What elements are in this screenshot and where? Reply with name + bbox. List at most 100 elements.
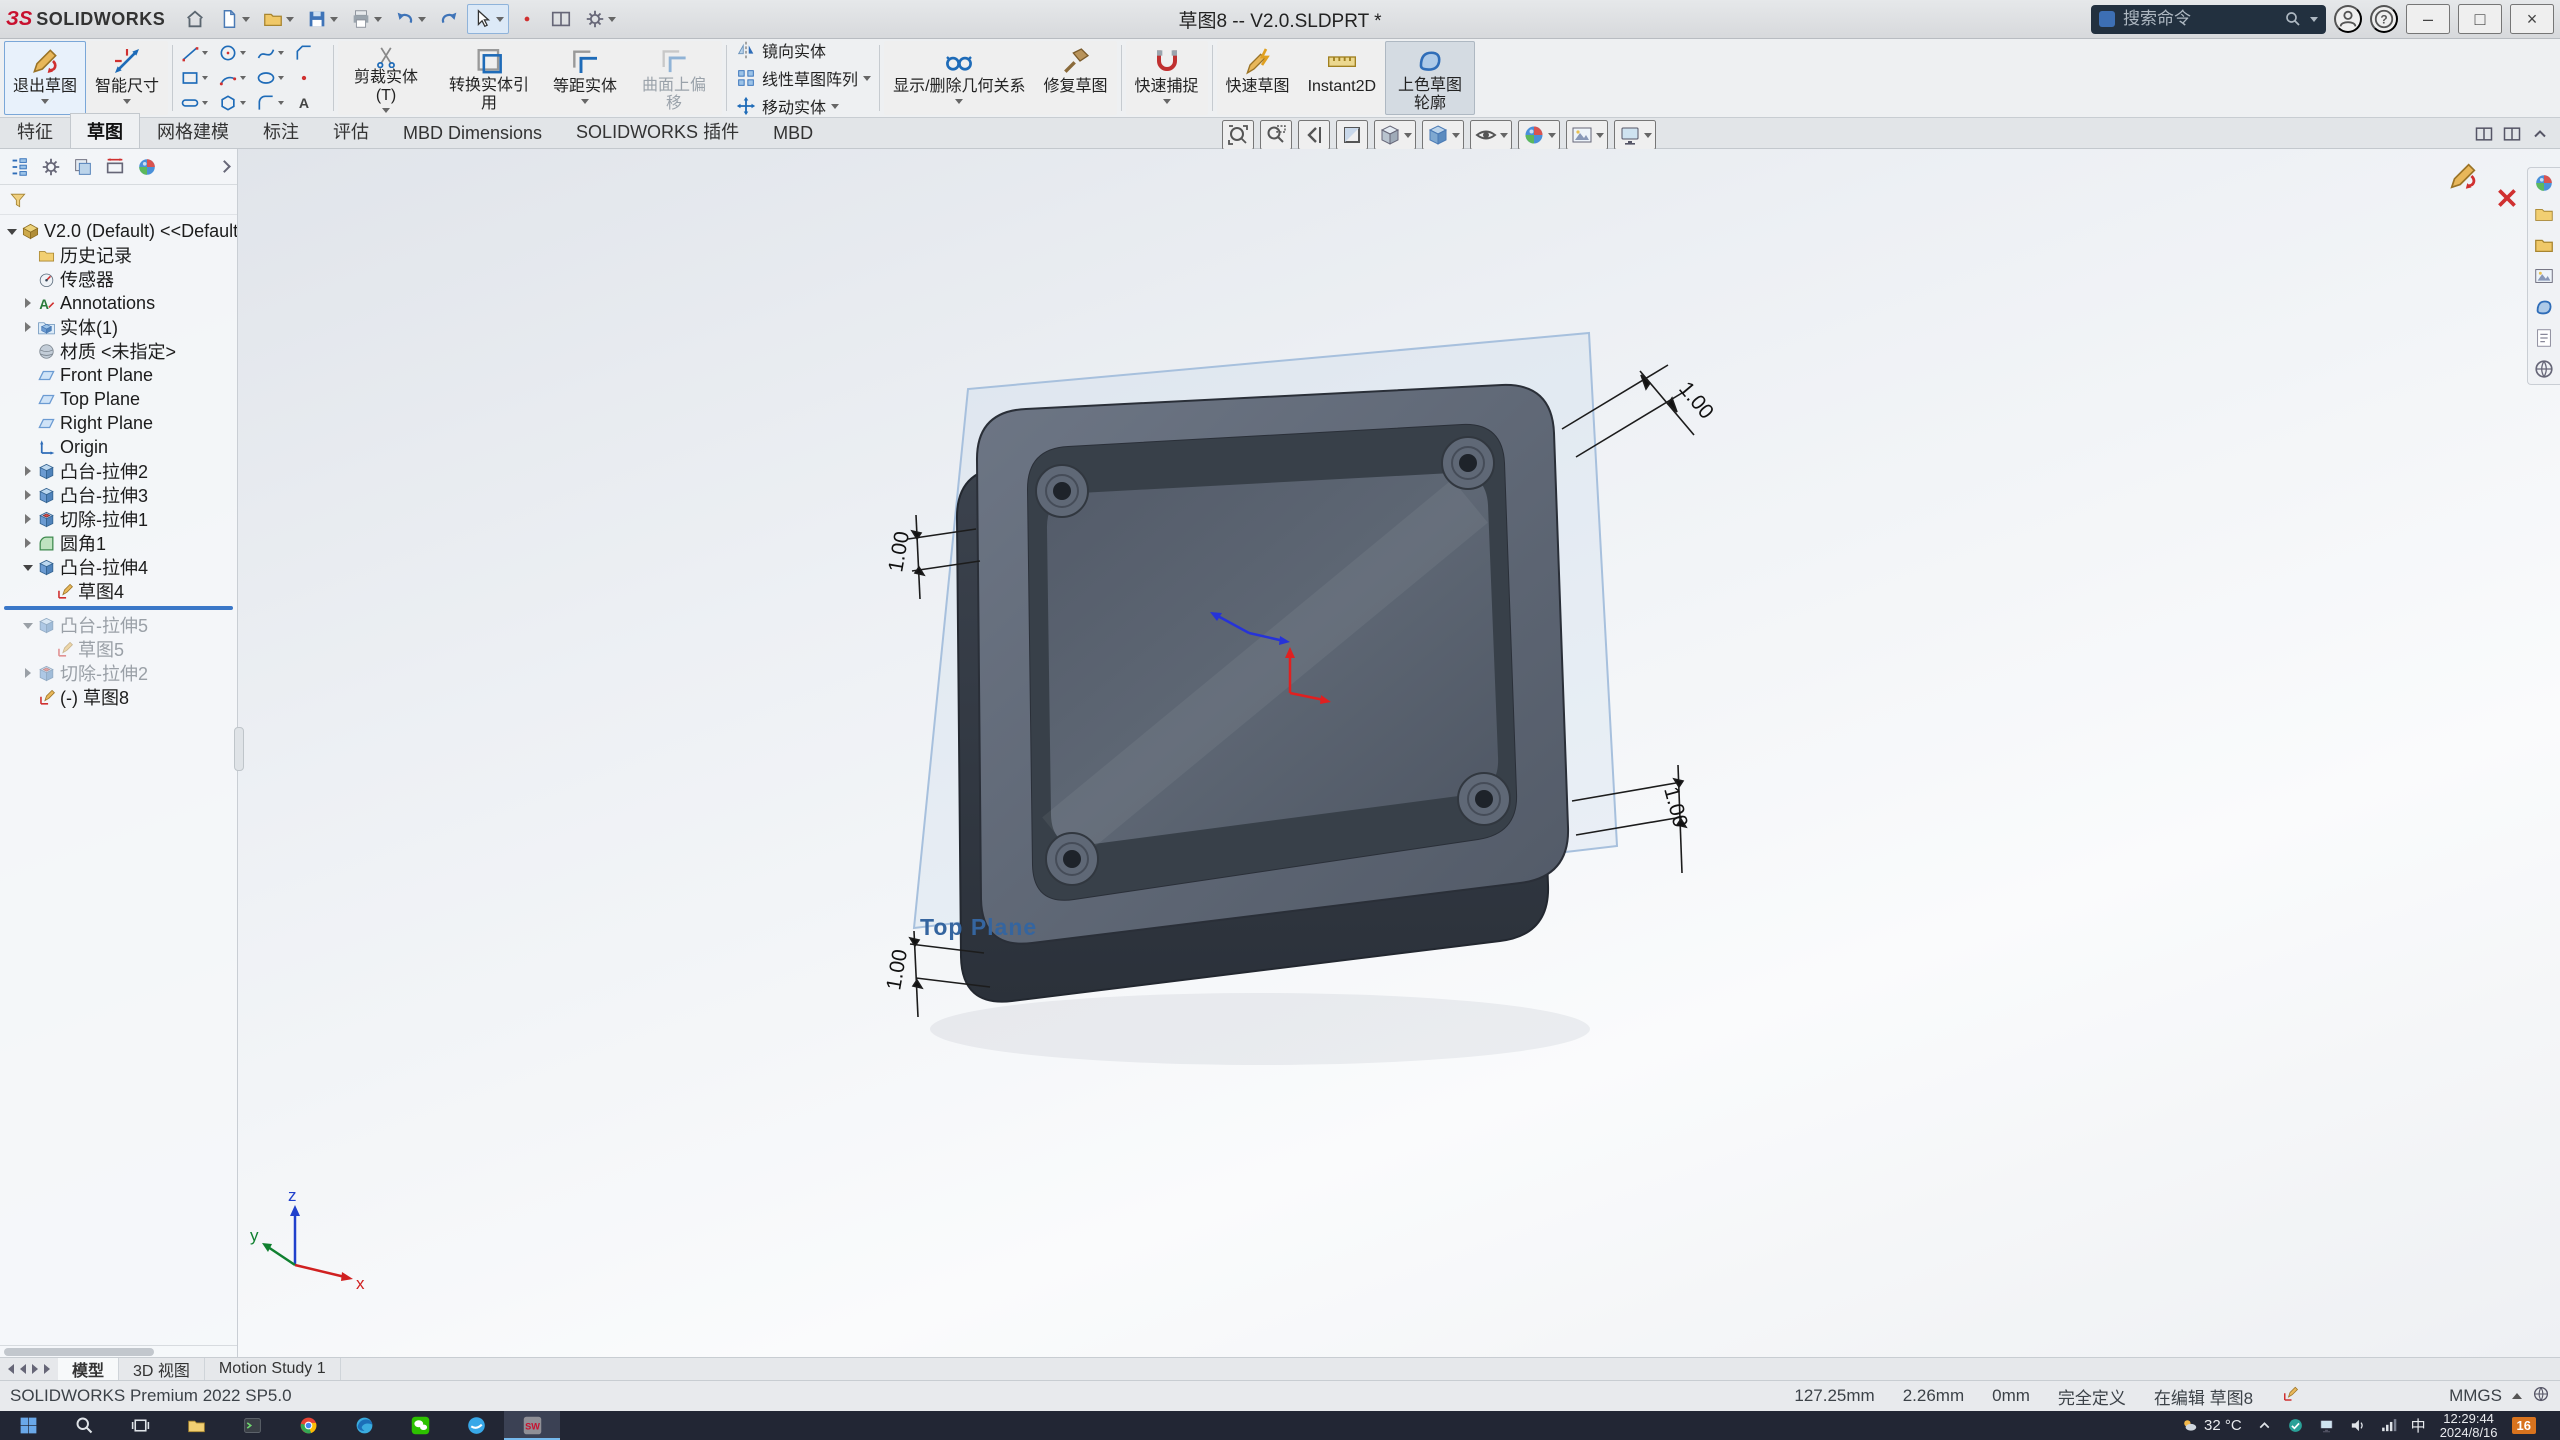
- connection-globe-icon[interactable]: [2532, 1385, 2550, 1408]
- tree-item-sketch8[interactable]: (-) 草图8: [0, 685, 237, 709]
- display-delete-relations-button[interactable]: 显示/删除几何关系: [884, 41, 1034, 115]
- tree-item-sketch4[interactable]: 草图4: [0, 579, 237, 603]
- apply-scene-button[interactable]: [1566, 120, 1608, 150]
- hide-show-items-button[interactable]: [1470, 120, 1512, 150]
- repair-sketch-button[interactable]: 修复草图: [1035, 41, 1117, 115]
- scrollbar-thumb[interactable]: [4, 1348, 154, 1356]
- print-button[interactable]: [345, 4, 387, 34]
- wechat-button[interactable]: [392, 1411, 448, 1440]
- feature-tree-tab-icon[interactable]: [8, 156, 30, 178]
- tree-item-boss-extrude3[interactable]: 凸台-拉伸3: [0, 483, 237, 507]
- collapse-ribbon-icon[interactable]: [2530, 124, 2550, 144]
- expand-arrow-icon[interactable]: [22, 537, 34, 549]
- previous-view-button[interactable]: [1298, 120, 1330, 150]
- notification-badge[interactable]: 16: [2512, 1417, 2536, 1434]
- exit-sketch-button[interactable]: 退出草图: [4, 41, 86, 115]
- tab-solidworks-addins[interactable]: SOLIDWORKS 插件: [559, 113, 756, 148]
- tab-evaluate[interactable]: 评估: [316, 113, 386, 148]
- forum-icon[interactable]: [2533, 358, 2555, 380]
- help-button[interactable]: [2370, 5, 2398, 33]
- tab-features[interactable]: 特征: [0, 113, 70, 148]
- point-tool[interactable]: [291, 66, 329, 91]
- weather-widget[interactable]: 32 °C: [2181, 1417, 2242, 1434]
- offset-entities-button[interactable]: 等距实体: [544, 41, 626, 115]
- tree-item-history[interactable]: 历史记录: [0, 243, 237, 267]
- text-tool[interactable]: [291, 91, 329, 116]
- tab-motion-study-1[interactable]: Motion Study 1: [205, 1358, 341, 1380]
- quick-snaps-button[interactable]: 快速捕捉: [1126, 41, 1208, 115]
- tab-sketch[interactable]: 草图: [70, 113, 140, 148]
- expand-arrow-icon[interactable]: [6, 225, 18, 237]
- slot-tool[interactable]: [177, 91, 215, 116]
- solidworks-taskbar-button[interactable]: [504, 1411, 560, 1440]
- tab-mbd-dimensions[interactable]: MBD Dimensions: [386, 118, 559, 148]
- network-icon[interactable]: [2380, 1417, 2397, 1434]
- home-button[interactable]: [179, 4, 211, 34]
- dimxpert-tab-icon[interactable]: [104, 156, 126, 178]
- terminal-app-button[interactable]: [224, 1411, 280, 1440]
- volume-icon[interactable]: [2349, 1417, 2366, 1434]
- view-palette-icon[interactable]: [2533, 265, 2555, 287]
- antivirus-check-icon[interactable]: [2287, 1417, 2304, 1434]
- tree-item-sensors[interactable]: 传感器: [0, 267, 237, 291]
- display-style-button[interactable]: [1422, 120, 1464, 150]
- command-search-box[interactable]: [2091, 5, 2326, 34]
- task-pane-resources-icon[interactable]: [2533, 172, 2555, 194]
- scroll-last-icon[interactable]: [44, 1364, 50, 1374]
- model-body[interactable]: [957, 385, 1568, 1002]
- tab-annotation[interactable]: 标注: [246, 113, 316, 148]
- filter-funnel-icon[interactable]: [8, 190, 28, 210]
- trim-entities-button[interactable]: 剪裁实体(T): [338, 41, 434, 115]
- tree-item-boss-extrude5[interactable]: 凸台-拉伸5: [0, 613, 237, 637]
- hidden-icons-chevron-icon[interactable]: [2256, 1417, 2273, 1434]
- new-document-button[interactable]: [213, 4, 255, 34]
- zoom-to-area-button[interactable]: [1260, 120, 1292, 150]
- chrome-button[interactable]: [280, 1411, 336, 1440]
- redo-button[interactable]: [433, 4, 465, 34]
- mirror-entities-button[interactable]: 镜向实体: [731, 37, 875, 63]
- search-input[interactable]: [2123, 9, 2276, 29]
- instant2d-button[interactable]: Instant2D: [1299, 41, 1385, 115]
- undo-button[interactable]: [389, 4, 431, 34]
- single-pane-icon[interactable]: [2502, 124, 2522, 144]
- file-properties-button[interactable]: [545, 4, 577, 34]
- convert-entities-button[interactable]: 转换实体引用: [434, 41, 544, 115]
- taskbar-search-button[interactable]: [56, 1411, 112, 1440]
- circle-tool[interactable]: [215, 41, 253, 66]
- configurations-tab-icon[interactable]: [72, 156, 94, 178]
- rebuild-button[interactable]: [511, 4, 543, 34]
- view-orientation-button[interactable]: [1374, 120, 1416, 150]
- tree-item-fillet1[interactable]: 圆角1: [0, 531, 237, 555]
- tab-model[interactable]: 模型: [58, 1358, 119, 1380]
- tree-item-annotations[interactable]: Annotations: [0, 291, 237, 315]
- tree-item-front-plane[interactable]: Front Plane: [0, 363, 237, 387]
- display-manager-tab-icon[interactable]: [136, 156, 158, 178]
- tree-item-cut-extrude1[interactable]: 切除-拉伸1: [0, 507, 237, 531]
- confirm-exit-sketch-button[interactable]: [2446, 159, 2480, 196]
- view-settings-button[interactable]: [1614, 120, 1656, 150]
- chamfer-tool[interactable]: [291, 41, 329, 66]
- spline-tool[interactable]: [253, 41, 291, 66]
- design-library-icon[interactable]: [2533, 203, 2555, 225]
- tree-item-material[interactable]: 材质 <未指定>: [0, 339, 237, 363]
- tree-item-boss-extrude4[interactable]: 凸台-拉伸4: [0, 555, 237, 579]
- expand-arrow-icon[interactable]: [22, 465, 34, 477]
- panel-splitter-handle[interactable]: [234, 727, 244, 771]
- panel-expand-chevron-icon[interactable]: [218, 160, 231, 173]
- scroll-right-icon[interactable]: [32, 1364, 38, 1374]
- file-explorer-icon[interactable]: [2533, 234, 2555, 256]
- tab-3d-views[interactable]: 3D 视图: [119, 1358, 205, 1380]
- ellipse-tool[interactable]: [253, 66, 291, 91]
- edge-button[interactable]: [336, 1411, 392, 1440]
- expand-arrow-icon[interactable]: [22, 619, 34, 631]
- tree-item-sketch5[interactable]: 草图5: [0, 637, 237, 661]
- save-button[interactable]: [301, 4, 343, 34]
- panel-horizontal-scrollbar[interactable]: [0, 1345, 237, 1357]
- cancel-sketch-button[interactable]: [2494, 159, 2520, 214]
- display-tray-icon[interactable]: [2318, 1417, 2335, 1434]
- scroll-left-icon[interactable]: [20, 1364, 26, 1374]
- search-caret-icon[interactable]: [2310, 17, 2318, 22]
- rollback-bar[interactable]: [4, 606, 233, 610]
- maximize-button[interactable]: □: [2458, 4, 2502, 34]
- line-tool[interactable]: [177, 41, 215, 66]
